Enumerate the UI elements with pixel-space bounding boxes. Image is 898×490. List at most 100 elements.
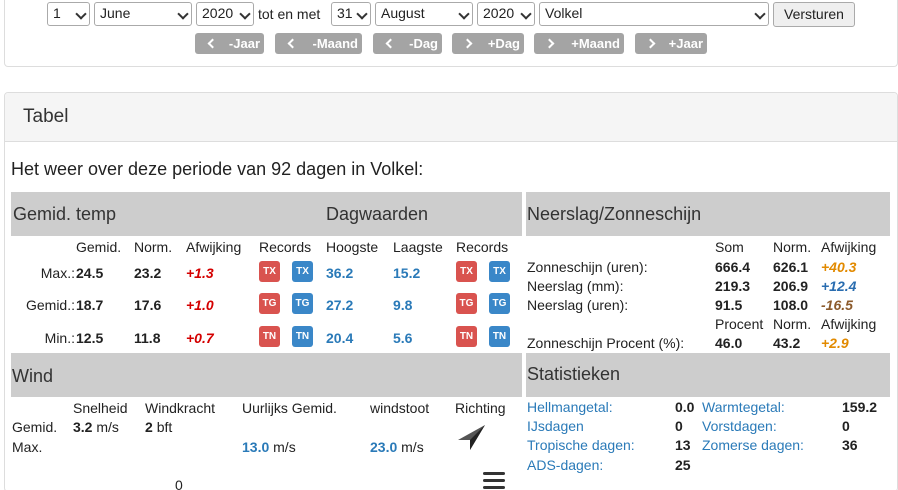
next-day-button[interactable]: +Dag [452,33,524,54]
from-day-value: 1 [53,5,61,21]
station-select[interactable]: Volkel [539,2,769,26]
record-min-badge[interactable]: TG [489,293,510,314]
wind-direction-arrow-icon [458,425,485,450]
ads-dagen-value: 25 [675,457,691,473]
chevron-right-icon [462,38,473,49]
wind-uurlijks-value: 13.0 [242,439,270,455]
dagwaarden-header-title: Dagwaarden [326,204,429,224]
col-records-2: Records [456,239,509,255]
prev-day-button[interactable]: -Dag [373,33,442,54]
hamburger-menu-icon[interactable] [483,472,505,490]
row-min-gemid: 12.5 [76,330,104,346]
col-snelheid: Snelheid [73,400,128,416]
tabel-title: Tabel [5,93,897,142]
zonneschijn-uren-som: 666.4 [715,259,751,275]
record-max-badge[interactable]: TG [456,293,477,314]
ijsdagen-link[interactable]: IJsdagen [527,418,584,434]
wind-windkracht-unit: bft [156,419,173,435]
neerslag-uren-label: Neerslag (uren): [527,297,629,313]
record-max-badge[interactable]: TN [456,326,477,347]
record-min-badge[interactable]: TG [292,293,313,314]
col-records: Records [259,239,312,255]
record-min-badge[interactable]: TN [489,326,510,347]
prev-month-button[interactable]: -Maand [275,33,362,54]
from-month-value: June [100,5,131,21]
col-som: Som [715,239,744,255]
neerslag-header-title: Neerslag/Zonneschijn [527,204,702,224]
prev-year-button[interactable]: -Jaar [195,33,264,54]
tropische-dagen-link[interactable]: Tropische dagen: [527,437,635,453]
next-year-button[interactable]: +Jaar [635,33,707,54]
next-month-button[interactable]: +Maand [534,33,624,54]
record-max-badge[interactable]: TX [259,261,280,282]
from-year-value: 2020 [202,5,234,21]
wind-snelheid: 3.2 m/s [73,419,119,435]
wind-header-title: Wind [12,366,54,386]
wind-snelheid-unit: m/s [96,419,119,435]
col-afwijking: Afwijking [821,239,877,255]
hellmangetal-link[interactable]: Hellmangetal: [527,399,613,415]
from-day-select[interactable]: 1 [47,2,90,26]
row-min-norm: 11.8 [134,330,161,346]
col-windkracht: Windkracht [145,400,216,416]
next-day-label: +Dag [487,36,520,51]
chevron-down-icon [356,8,368,20]
to-year-select[interactable]: 2020 [477,2,535,26]
zomerse-dagen-value: 36 [842,437,858,453]
wind-windstoot-unit: m/s [401,439,424,455]
col-uurlijks-gemid: Uurlijks Gemid. [242,400,337,416]
wind-header-bar: Wind [11,353,522,397]
col-afwijking: Afwijking [186,239,242,255]
to-month-value: August [381,5,425,21]
chevron-right-icon [645,38,656,49]
zonneschijn-procent-label: Zonneschijn Procent (%): [527,335,685,351]
to-month-select[interactable]: August [375,2,473,26]
record-max-badge[interactable]: TN [259,326,280,347]
col-norm-2: Norm. [773,316,812,332]
submit-button[interactable]: Versturen [773,2,855,27]
wind-uurlijks: 13.0 m/s [242,439,296,455]
row-gemid-hoogste: 27.2 [326,297,354,313]
col-windstoot: windstoot [370,400,430,416]
to-day-select[interactable]: 31 [331,2,371,26]
record-min-badge[interactable]: TN [292,326,313,347]
zonneschijn-uren-norm: 626.1 [773,259,809,275]
record-min-badge[interactable]: TX [292,261,313,282]
zonneschijn-procent-afwijking: +2.9 [821,335,849,351]
warmtegetal-link[interactable]: Warmtegetal: [702,399,785,415]
row-gemid-laagste: 9.8 [393,297,413,313]
col-gemid: Gemid. [76,239,122,255]
zonneschijn-uren-afwijking: +40.3 [821,259,857,275]
record-max-badge[interactable]: TX [456,261,477,282]
chevron-down-icon [75,8,87,20]
neerslag-uren-afwijking: -16.5 [821,297,853,313]
prev-day-label: -Dag [409,36,438,51]
wind-bottom-value: 0 [175,477,183,490]
row-max-hoogste: 36.2 [326,265,354,281]
prev-month-label: -Maand [312,36,359,51]
wind-snelheid-value: 3.2 [73,419,93,435]
chevron-left-icon [287,38,298,49]
wind-windstoot: 23.0 m/s [370,439,424,455]
from-year-select[interactable]: 2020 [196,2,254,26]
from-month-select[interactable]: June [94,2,192,26]
temp-header-bar: Gemid. temp Dagwaarden [11,192,522,236]
zonneschijn-procent-norm: 43.2 [773,335,801,351]
chevron-down-icon [458,8,470,20]
row-gemid-norm: 17.6 [134,297,162,313]
record-min-badge[interactable]: TX [489,261,510,282]
zomerse-dagen-link[interactable]: Zomerse dagen: [702,437,804,453]
chevron-down-icon [520,8,532,20]
to-day-value: 31 [337,5,353,21]
chevron-left-icon [385,38,396,49]
ads-dagen-link[interactable]: ADS-dagen: [527,457,603,473]
prev-year-label: -Jaar [228,36,260,51]
vorstdagen-link[interactable]: Vorstdagen: [702,418,777,434]
wind-windkracht-value: 2 [145,419,153,435]
row-gemid-label: Gemid.: [25,297,75,313]
record-max-badge[interactable]: TG [259,293,280,314]
chevron-left-icon [207,38,218,49]
row-max-label: Max.: [40,265,75,281]
neerslag-mm-norm: 206.9 [773,278,809,294]
wind-gemid-label: Gemid. [12,419,58,435]
